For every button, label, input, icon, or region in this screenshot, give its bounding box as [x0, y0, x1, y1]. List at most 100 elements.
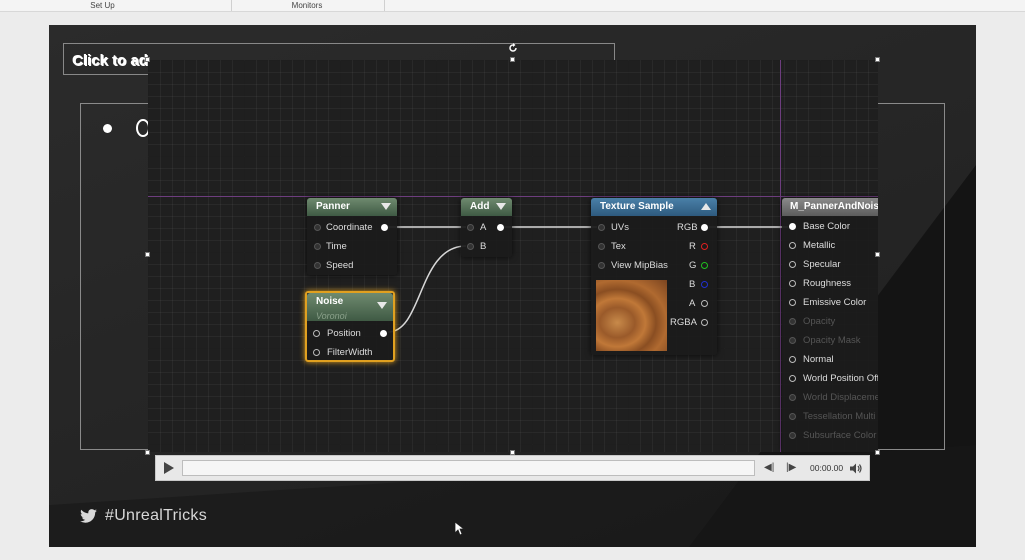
rgb-output-pin[interactable]: [701, 224, 708, 231]
r-label: R: [689, 241, 696, 252]
specular-pin[interactable]: [789, 261, 796, 268]
collapse-arrow-icon[interactable]: [377, 302, 387, 309]
filterwidth-label: FilterWidth: [327, 347, 373, 358]
b-output-label: B: [689, 279, 696, 290]
twitter-footer: #UnrealTricks: [80, 507, 207, 525]
resize-handle-left[interactable]: [145, 252, 150, 257]
a-pin[interactable]: [467, 224, 474, 231]
material-editor-viewport[interactable]: Panner Coordinate Time Speed Add A B Noi…: [148, 60, 878, 452]
resize-handle-top[interactable]: [510, 57, 515, 62]
collapse-arrow-icon[interactable]: [701, 203, 711, 210]
b-output-pin[interactable]: [701, 281, 708, 288]
a-output-pin[interactable]: [701, 300, 708, 307]
noise-node[interactable]: Noise Voronoi Position FilterWidth: [305, 291, 395, 362]
g-output-pin[interactable]: [701, 262, 708, 269]
title-placeholder-visible-text: Click to ad: [72, 52, 148, 69]
opacity-label: Opacity: [803, 316, 836, 327]
speed-label: Speed: [326, 260, 354, 271]
playback-time: 00:00.00: [810, 463, 844, 473]
panner-node-header[interactable]: Panner: [307, 198, 397, 216]
noise-output-pin[interactable]: [380, 330, 387, 337]
normal-pin[interactable]: [789, 356, 796, 363]
emissive-color-label: Emissive Color: [803, 297, 867, 308]
world-displacement-label: World Displaceme: [803, 392, 878, 403]
time-label: Time: [326, 241, 347, 252]
texture-preview-thumbnail: [596, 280, 667, 351]
skip-forward-icon[interactable]: |▶: [786, 462, 796, 473]
skip-back-icon[interactable]: ◀​|: [764, 462, 774, 473]
rgb-label: RGB: [677, 222, 698, 233]
opacity-mask-label: Opacity Mask: [803, 335, 861, 346]
filterwidth-pin[interactable]: [313, 349, 320, 356]
position-pin[interactable]: [313, 330, 320, 337]
speed-pin[interactable]: [314, 262, 321, 269]
add-node[interactable]: Add A B: [461, 198, 512, 257]
world-displacement-pin[interactable]: [789, 394, 796, 401]
tessellation-multiplier-label: Tessellation Multi: [803, 411, 876, 422]
texture-sample-node[interactable]: Texture Sample UVs Tex View MipBias RGB …: [591, 198, 717, 355]
resize-handle-bottom-right[interactable]: [875, 450, 880, 455]
resize-handle-top-left[interactable]: [145, 57, 150, 62]
metallic-pin[interactable]: [789, 242, 796, 249]
opacity-mask-pin[interactable]: [789, 337, 796, 344]
noise-node-header[interactable]: Noise Voronoi: [307, 293, 393, 321]
rgba-label: RGBA: [670, 317, 697, 328]
specular-label: Specular: [803, 259, 841, 270]
b-pin[interactable]: [467, 243, 474, 250]
b-label: B: [480, 241, 487, 252]
bullet-icon: [103, 124, 112, 133]
base-color-pin[interactable]: [789, 223, 796, 230]
roughness-pin[interactable]: [789, 280, 796, 287]
coordinate-label: Coordinate: [326, 222, 373, 233]
tab-divider: [231, 0, 232, 11]
roughness-label: Roughness: [803, 278, 852, 289]
tessellation-multiplier-pin[interactable]: [789, 413, 796, 420]
resize-handle-bottom-left[interactable]: [145, 450, 150, 455]
coordinate-pin[interactable]: [314, 224, 321, 231]
time-pin[interactable]: [314, 243, 321, 250]
a-output-label: A: [689, 298, 696, 309]
metallic-label: Metallic: [803, 240, 836, 251]
tex-label: Tex: [611, 241, 626, 252]
rotate-handle-icon[interactable]: [508, 43, 518, 53]
base-color-label: Base Color: [803, 221, 850, 232]
volume-icon[interactable]: [850, 463, 862, 474]
panner-output-pin[interactable]: [381, 224, 388, 231]
g-label: G: [689, 260, 697, 271]
tab-divider: [384, 0, 385, 11]
subsurface-color-pin[interactable]: [789, 432, 796, 439]
play-icon[interactable]: [164, 462, 174, 474]
position-label: Position: [327, 328, 361, 339]
tab-monitors[interactable]: Monitors: [262, 0, 352, 11]
world-position-offset-label: World Position Off: [803, 373, 878, 384]
r-output-pin[interactable]: [701, 243, 708, 250]
subsurface-color-label: Subsurface Color: [803, 430, 877, 441]
tab-set-up[interactable]: Set Up: [60, 0, 145, 11]
world-position-offset-pin[interactable]: [789, 375, 796, 382]
seek-track[interactable]: [182, 460, 755, 476]
panner-node[interactable]: Panner Coordinate Time Speed: [307, 198, 397, 275]
a-label: A: [480, 222, 487, 233]
hashtag-text: #UnrealTricks: [105, 507, 207, 524]
add-node-header[interactable]: Add: [461, 198, 512, 216]
add-output-pin[interactable]: [497, 224, 504, 231]
rgba-output-pin[interactable]: [701, 319, 708, 326]
opacity-pin[interactable]: [789, 318, 796, 325]
resize-handle-right[interactable]: [875, 252, 880, 257]
material-node-header[interactable]: M_PannerAndNoise: [782, 198, 878, 216]
collapse-arrow-icon[interactable]: [496, 203, 506, 210]
mouse-cursor-icon: [455, 522, 465, 536]
view-mipbias-label: View MipBias: [611, 260, 668, 271]
collapse-arrow-icon[interactable]: [381, 203, 391, 210]
uvs-pin[interactable]: [598, 224, 605, 231]
material-result-node[interactable]: M_PannerAndNoise Base Color Metallic Spe…: [782, 198, 878, 452]
normal-label: Normal: [803, 354, 834, 365]
texture-sample-header[interactable]: Texture Sample: [591, 198, 717, 216]
resize-handle-top-right[interactable]: [875, 57, 880, 62]
emissive-color-pin[interactable]: [789, 299, 796, 306]
tex-pin[interactable]: [598, 243, 605, 250]
uvs-label: UVs: [611, 222, 629, 233]
view-mipbias-pin[interactable]: [598, 262, 605, 269]
top-tab-bar: Set Up Monitors: [0, 0, 1025, 12]
noise-subtitle: Voronoi: [316, 311, 347, 321]
